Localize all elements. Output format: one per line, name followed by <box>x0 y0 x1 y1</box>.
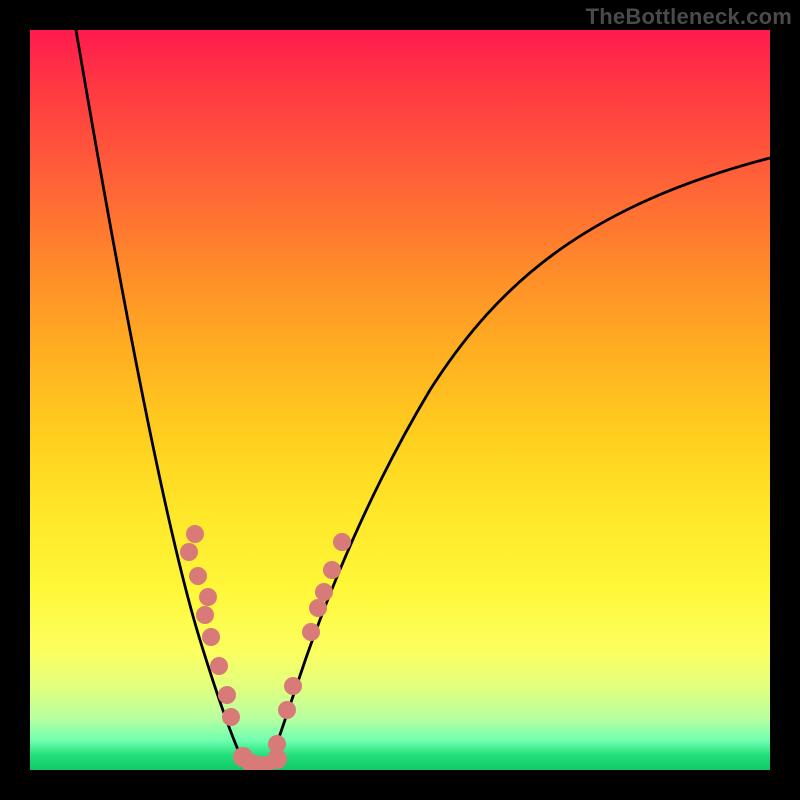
data-point-marker <box>189 567 207 585</box>
data-point-marker <box>278 701 296 719</box>
data-point-marker <box>302 623 320 641</box>
data-point-marker <box>218 686 236 704</box>
data-point-marker <box>210 657 228 675</box>
marker-group <box>180 525 351 770</box>
data-point-marker <box>180 543 198 561</box>
data-point-marker <box>202 628 220 646</box>
site-watermark: TheBottleneck.com <box>586 4 792 30</box>
data-point-marker <box>323 561 341 579</box>
data-point-marker <box>333 533 351 551</box>
data-point-marker <box>268 735 286 753</box>
data-point-marker <box>199 588 217 606</box>
curve-right-branch <box>268 158 770 770</box>
data-point-marker <box>222 708 240 726</box>
data-point-marker <box>284 677 302 695</box>
bottleneck-curve-chart <box>30 30 770 770</box>
data-point-marker <box>196 606 214 624</box>
data-point-marker <box>186 525 204 543</box>
data-point-marker <box>315 583 333 601</box>
chart-plot-area <box>30 30 770 770</box>
data-point-marker <box>309 599 327 617</box>
